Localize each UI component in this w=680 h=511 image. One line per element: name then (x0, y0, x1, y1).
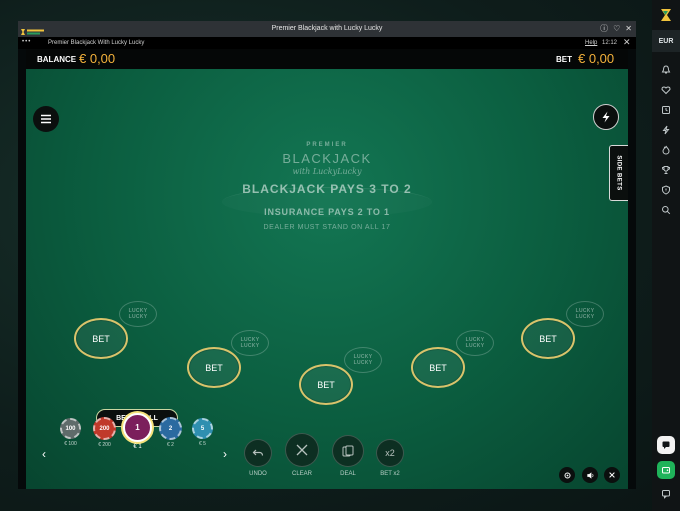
chip-value: 1 (135, 423, 140, 432)
heart-icon[interactable] (652, 80, 680, 100)
chip-label: € 200 (98, 442, 111, 448)
chip-label: € 2 (167, 442, 174, 448)
lucky-lucky-spot[interactable]: LUCKY LUCKY (566, 301, 604, 327)
felt-with-lucky: with LuckyLucky (292, 167, 362, 176)
sound-icon[interactable] (582, 467, 598, 483)
felt-insurance: INSURANCE PAYS 2 TO 1 (264, 207, 390, 217)
bet-spot-5[interactable]: BET (521, 318, 575, 359)
lucky-lucky-spot[interactable]: LUCKY LUCKY (456, 330, 494, 356)
felt-blackjack: BLACKJACK (282, 151, 372, 166)
chat-bubble-icon[interactable] (657, 436, 675, 454)
chip-200[interactable]: 200 (93, 417, 116, 440)
balance-label: BALANCE (37, 55, 77, 64)
clock: 12:12 (602, 40, 618, 46)
info-icon[interactable]: ⓘ (600, 24, 608, 34)
felt-dealer-rule: DEALER MUST STAND ON ALL 17 (263, 224, 391, 231)
bet-x2-label: BET x2 (380, 471, 400, 477)
trophy-icon[interactable] (652, 160, 680, 180)
game-name: Premier Blackjack With Lucky Lucky (48, 40, 145, 46)
hamburger-menu-icon[interactable] (33, 106, 59, 132)
chip-label: € 100 (64, 441, 77, 447)
chip-label: € 5 (199, 441, 206, 447)
window-titlebar: Premier Blackjack with Lucky Lucky ⓘ ♡ ✕ (18, 21, 636, 37)
game-subbar: ••• Premier Blackjack With Lucky Lucky H… (18, 37, 636, 49)
undo-label: UNDO (249, 471, 267, 477)
wallet-icon[interactable] (657, 461, 675, 479)
history-icon[interactable] (652, 100, 680, 120)
brand-logo-icon[interactable] (657, 6, 675, 24)
chip-value: 5 (200, 425, 205, 432)
currency-selector[interactable]: EUR (652, 30, 680, 52)
balance-value: € 0,00 (79, 51, 116, 66)
support-chat-icon[interactable] (652, 484, 680, 504)
deal-label: DEAL (340, 471, 356, 477)
bell-icon[interactable] (652, 60, 680, 80)
bet-x2-button[interactable]: x2 (376, 439, 404, 467)
lightning-icon[interactable] (652, 120, 680, 140)
help-link[interactable]: Help (585, 40, 597, 46)
bet-spot-3[interactable]: BET (299, 364, 353, 405)
undo-button[interactable] (244, 439, 272, 467)
close-table-icon[interactable] (604, 467, 620, 483)
bet-label: BET (556, 55, 572, 64)
lucky-lucky-spot[interactable]: LUCKY LUCKY (344, 347, 382, 373)
bet-spot-1[interactable]: BET (74, 318, 128, 359)
lucky-lucky-spot[interactable]: LUCKY LUCKY (231, 330, 269, 356)
settings-gear-icon[interactable] (559, 467, 575, 483)
right-rail: EUR (652, 0, 680, 511)
chip-value: 2 (168, 425, 173, 432)
search-icon[interactable] (652, 200, 680, 220)
blackjack-table: SIDE BETS PREMIER BLACKJACK with LuckyLu… (26, 69, 628, 489)
undo-icon (252, 449, 264, 456)
clear-icon (296, 444, 308, 456)
bet-spot-4[interactable]: BET (411, 347, 465, 388)
chip-value: 200 (99, 425, 110, 432)
clear-label: CLEAR (291, 471, 312, 477)
deal-button[interactable] (332, 435, 364, 467)
chip-value: 100 (65, 425, 76, 432)
chip-1[interactable]: 1 (123, 413, 152, 442)
lucky-lucky-spot[interactable]: LUCKY LUCKY (119, 301, 157, 327)
game-close-icon[interactable]: ✕ (623, 37, 631, 48)
fire-icon[interactable] (652, 140, 680, 160)
lightning-icon[interactable] (593, 104, 619, 130)
window-title: Premier Blackjack with Lucky Lucky (271, 25, 383, 32)
chip-5[interactable]: 5 (192, 418, 213, 439)
chip-100[interactable]: 100 (60, 418, 81, 439)
window-close-icon[interactable]: ✕ (625, 24, 632, 34)
felt-premier: PREMIER (306, 142, 348, 148)
bet-spot-2[interactable]: BET (187, 347, 241, 388)
menu-dots-icon[interactable]: ••• (22, 39, 31, 45)
chevron-right-icon[interactable]: › (223, 447, 227, 461)
chevron-left-icon[interactable]: ‹ (42, 447, 46, 461)
chip-2[interactable]: 2 (159, 417, 182, 440)
favorite-heart-icon[interactable]: ♡ (613, 24, 620, 34)
bet-value: € 0,00 (578, 51, 615, 66)
cards-icon (342, 445, 354, 457)
felt-pays: BLACKJACK PAYS 3 TO 2 (242, 182, 412, 196)
balance-bar: BALANCE € 0,00 BET € 0,00 (26, 49, 628, 69)
game-window: Premier Blackjack with Lucky Lucky ⓘ ♡ ✕… (18, 21, 636, 489)
chip-label: € 1 (133, 444, 142, 450)
shield-icon[interactable] (652, 180, 680, 200)
clear-button[interactable] (285, 433, 319, 467)
